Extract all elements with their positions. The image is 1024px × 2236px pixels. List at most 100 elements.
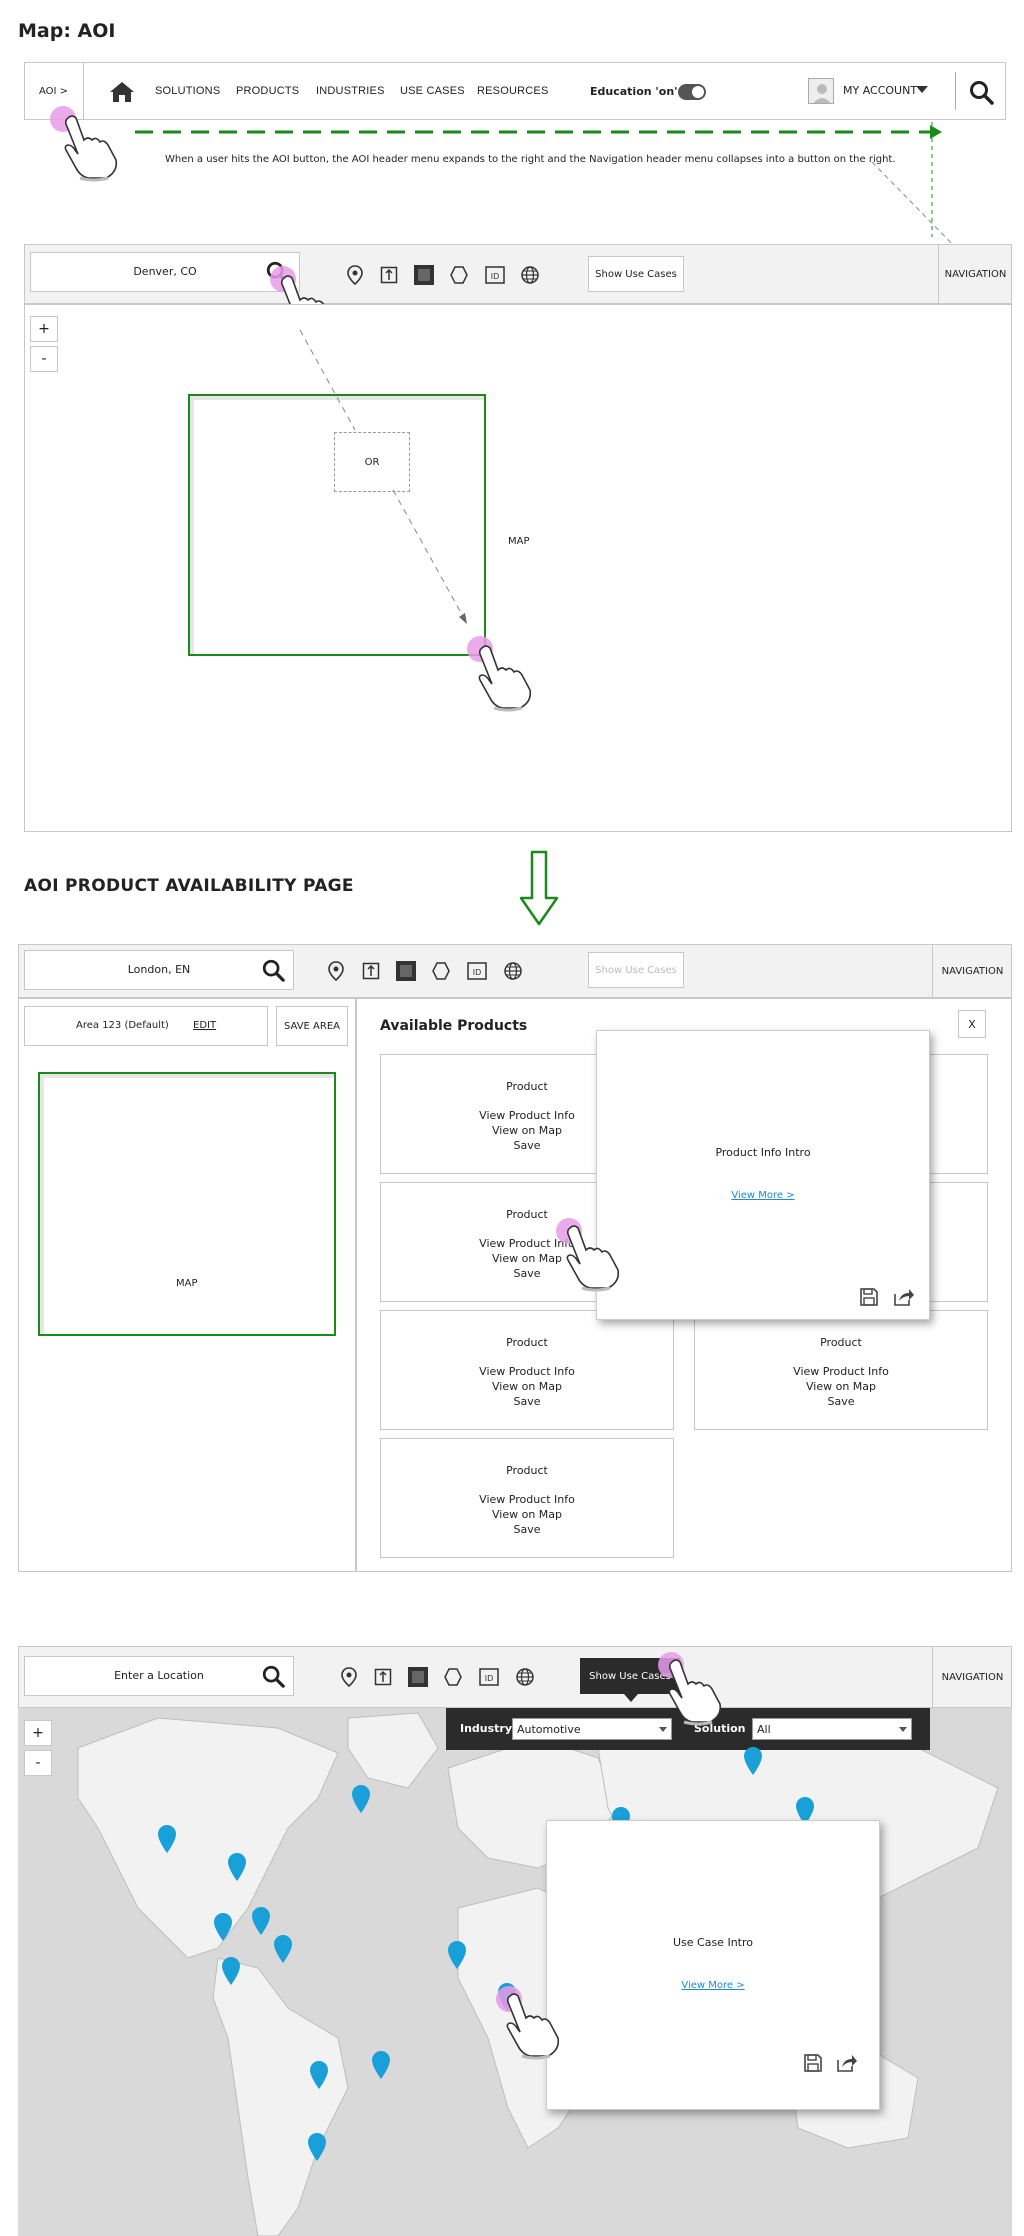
zoom-in-button[interactable]: +	[30, 316, 58, 342]
down-arrow-icon	[519, 850, 559, 926]
page-title: Map: AOI	[18, 20, 116, 42]
show-use-cases-label: Show Use Cases	[589, 1670, 671, 1682]
avatar[interactable]	[808, 78, 834, 104]
view-on-map-link[interactable]: View on Map	[381, 1379, 673, 1394]
search-icon[interactable]	[968, 79, 994, 105]
map-pin-tool-icon[interactable]	[344, 264, 366, 286]
show-use-cases-button[interactable]: Show Use Cases	[588, 952, 684, 988]
upload-tool-icon[interactable]	[378, 264, 400, 286]
search-icon[interactable]	[260, 1663, 286, 1689]
dashed-connector	[299, 329, 467, 624]
save-link[interactable]: Save	[381, 1394, 673, 1409]
touch-hand-icon	[506, 1993, 560, 2060]
share-icon[interactable]	[836, 2052, 858, 2074]
nav-products[interactable]: PRODUCTS	[236, 85, 299, 97]
education-toggle[interactable]	[678, 84, 706, 100]
map-area[interactable]	[24, 304, 1012, 832]
polygon-tool-icon[interactable]	[442, 1666, 464, 1688]
navigation-button[interactable]: NAVIGATION	[938, 244, 1012, 304]
rectangle-tool-icon[interactable]	[412, 263, 436, 287]
map-pin-icon[interactable]	[250, 1906, 272, 1936]
rectangle-tool-icon[interactable]	[406, 1665, 430, 1689]
id-tool-icon[interactable]: ID	[484, 264, 506, 286]
edit-link[interactable]: EDIT	[193, 1020, 216, 1031]
view-more-link[interactable]: View More >	[596, 1190, 930, 1201]
upload-tool-icon[interactable]	[360, 960, 382, 982]
search-icon[interactable]	[260, 957, 286, 983]
nav-industries[interactable]: INDUSTRIES	[316, 85, 385, 97]
industry-select[interactable]: Automotive	[512, 1718, 672, 1740]
svg-text:ID: ID	[491, 272, 500, 281]
touch-hand-icon	[478, 645, 532, 712]
upload-tool-icon[interactable]	[372, 1666, 394, 1688]
nav-solutions[interactable]: SOLUTIONS	[155, 85, 220, 97]
product-card[interactable]: Product View Product Info View on Map Sa…	[380, 1438, 674, 1558]
chevron-down-icon[interactable]	[916, 86, 928, 93]
id-tool-icon[interactable]: ID	[478, 1666, 500, 1688]
zoom-out-label: -	[35, 1755, 41, 1771]
polygon-tool-icon[interactable]	[430, 960, 452, 982]
product-title: Product	[820, 1336, 862, 1349]
map-pin-icon[interactable]	[308, 2060, 330, 2090]
navigation-button[interactable]: NAVIGATION	[932, 944, 1012, 998]
show-use-cases-button[interactable]: Show Use Cases	[588, 256, 684, 292]
map-pin-icon[interactable]	[220, 1956, 242, 1986]
map-pin-icon[interactable]	[226, 1852, 248, 1882]
map-pin-tool-icon[interactable]	[338, 1666, 360, 1688]
map-pin-icon[interactable]	[742, 1746, 764, 1776]
globe-tool-icon[interactable]	[519, 264, 541, 286]
nav-resources[interactable]: RESOURCES	[477, 85, 548, 97]
navigation-button[interactable]: NAVIGATION	[932, 1646, 1012, 1708]
map-pin-icon[interactable]	[272, 1934, 294, 1964]
use-case-intro: Use Case Intro	[672, 1936, 753, 1949]
save-icon[interactable]	[802, 2052, 824, 2074]
product-card[interactable]: Product View Product Info View on Map Sa…	[380, 1310, 674, 1430]
touch-hand-icon	[64, 115, 118, 182]
product-card[interactable]: Product View Product Info View on Map Sa…	[694, 1310, 988, 1430]
solution-select[interactable]: All	[752, 1718, 912, 1740]
view-product-info-link[interactable]: View Product Info	[381, 1492, 673, 1507]
zoom-out-button[interactable]: -	[24, 1750, 52, 1776]
area-map[interactable]	[38, 1072, 336, 1336]
map-pin-icon[interactable]	[156, 1824, 178, 1854]
my-account-label[interactable]: MY ACCOUNT	[843, 84, 917, 97]
map-pin-icon[interactable]	[306, 2132, 328, 2162]
view-on-map-link[interactable]: View on Map	[381, 1507, 673, 1522]
view-on-map-link[interactable]: View on Map	[695, 1379, 987, 1394]
product-info-popup	[596, 1030, 930, 1320]
view-product-info-link[interactable]: View Product Info	[695, 1364, 987, 1379]
product-title: Product	[506, 1336, 548, 1349]
rectangle-tool-icon[interactable]	[394, 959, 418, 983]
save-link[interactable]: Save	[695, 1394, 987, 1409]
map-pin-icon[interactable]	[350, 1784, 372, 1814]
map-pin-icon[interactable]	[370, 2050, 392, 2080]
svg-text:ID: ID	[485, 1674, 494, 1683]
area-name: Area 123 (Default)	[76, 1020, 169, 1031]
share-icon[interactable]	[893, 1286, 915, 1308]
zoom-out-button[interactable]: -	[30, 346, 58, 372]
map-label: MAP	[176, 1278, 198, 1289]
chevron-down-icon	[899, 1727, 907, 1732]
map-pin-icon[interactable]	[446, 1940, 468, 1970]
header-annotation: When a user hits the AOI button, the AOI…	[165, 154, 896, 165]
location-search-value: London, EN	[127, 963, 191, 976]
id-tool-icon[interactable]: ID	[466, 960, 488, 982]
polygon-tool-icon[interactable]	[448, 264, 470, 286]
save-link[interactable]: Save	[381, 1522, 673, 1537]
globe-tool-icon[interactable]	[502, 960, 524, 982]
home-icon[interactable]	[108, 80, 136, 104]
view-product-info-link[interactable]: View Product Info	[381, 1364, 673, 1379]
svg-text:ID: ID	[473, 968, 482, 977]
close-button[interactable]: X	[958, 1010, 986, 1038]
location-search-placeholder: Enter a Location	[114, 1669, 204, 1682]
save-area-button[interactable]: SAVE AREA	[276, 1006, 348, 1046]
globe-tool-icon[interactable]	[514, 1666, 536, 1688]
zoom-in-button[interactable]: +	[24, 1720, 52, 1746]
map-pin-icon[interactable]	[212, 1912, 234, 1942]
nav-use-cases[interactable]: USE CASES	[400, 85, 465, 97]
education-label: Education 'on'	[590, 85, 678, 98]
save-icon[interactable]	[858, 1286, 880, 1308]
view-more-link[interactable]: View More >	[546, 1980, 880, 1991]
location-search-value: Denver, CO	[133, 265, 197, 278]
map-pin-tool-icon[interactable]	[325, 960, 347, 982]
